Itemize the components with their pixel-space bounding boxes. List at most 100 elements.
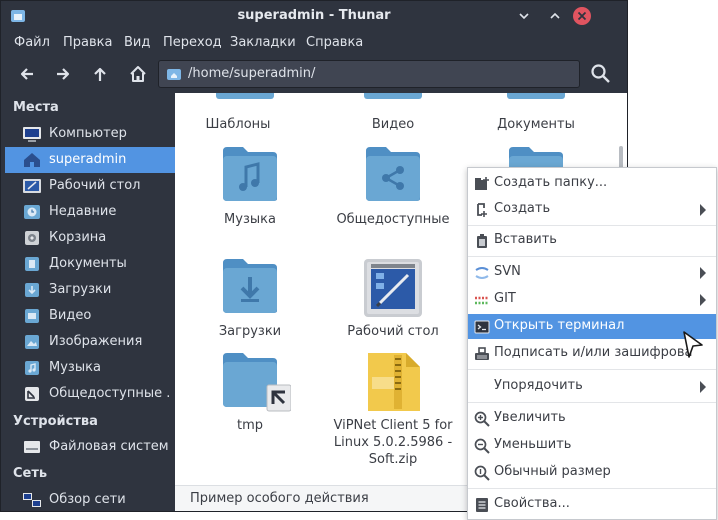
- menu-file[interactable]: Файл: [14, 35, 50, 50]
- home-folder-icon: [167, 69, 181, 80]
- arrow-right-icon[interactable]: [54, 65, 72, 83]
- file-item-videos[interactable]: Видео: [328, 93, 458, 133]
- location-path: /home/superadmin/: [188, 66, 316, 81]
- window-title: superadmin - Thunar: [237, 8, 391, 23]
- submenu-arrow-icon: [700, 381, 706, 393]
- desktop-icon: [364, 259, 422, 317]
- videos-folder-icon: [364, 93, 422, 99]
- title-bar[interactable]: superadmin - Thunar: [1, 1, 627, 31]
- file-item-templates[interactable]: Шаблоны: [175, 93, 303, 133]
- properties-icon: [476, 498, 488, 512]
- sidebar-item-desktop[interactable]: Рабочий стол: [5, 173, 175, 199]
- menu-view[interactable]: Вид: [124, 35, 150, 50]
- file-item-public[interactable]: Общедоступные: [328, 145, 458, 235]
- menu-separator: [468, 225, 716, 226]
- file-item-downloads[interactable]: Загрузки: [185, 257, 315, 347]
- menu-item-sign-encrypt[interactable]: Подписать и/или зашифрова: [468, 341, 716, 366]
- downloads-folder-icon: [223, 259, 277, 313]
- menu-separator: [468, 369, 716, 370]
- menu-separator: [468, 402, 716, 403]
- music-folder-icon: [25, 361, 39, 375]
- menu-item-zoom-out[interactable]: Уменьшить: [468, 433, 716, 458]
- sidebar-item-superadmin[interactable]: superadmin: [5, 147, 175, 173]
- videos-folder-icon: [25, 309, 39, 323]
- sidebar-item-pictures[interactable]: Изображения: [5, 329, 175, 355]
- drive-icon: [24, 441, 40, 453]
- network-icon: [23, 493, 41, 507]
- submenu-arrow-icon: [700, 204, 706, 216]
- downloads-folder-icon: [25, 283, 39, 297]
- sidebar-item-recent[interactable]: Недавние: [5, 199, 175, 225]
- sidebar-item-music[interactable]: Музыка: [5, 355, 175, 381]
- menu-item-properties[interactable]: Свойства...: [468, 492, 716, 517]
- pictures-folder-icon: [25, 335, 39, 349]
- screen: { "window": { "title": "superadmin - Thu…: [0, 0, 718, 520]
- arrow-left-icon[interactable]: [18, 65, 36, 83]
- search-icon[interactable]: [590, 63, 611, 84]
- devices-heading: Устройства: [13, 414, 98, 429]
- menu-item-zoom-in[interactable]: Увеличить: [468, 406, 716, 431]
- sidebar-item-downloads[interactable]: Загрузки: [5, 277, 175, 303]
- sign-encrypt-icon: [475, 347, 489, 360]
- computer-icon: [23, 127, 41, 142]
- menu-item-git[interactable]: GIT: [468, 287, 716, 312]
- sidebar-item-network[interactable]: Обзор сети: [5, 487, 175, 511]
- file-item-tmp[interactable]: tmp: [185, 351, 315, 441]
- location-bar[interactable]: /home/superadmin/: [158, 60, 580, 88]
- documents-folder-icon: [507, 93, 565, 99]
- arrow-up-icon[interactable]: [91, 65, 109, 83]
- mouse-cursor-icon: [683, 331, 703, 358]
- zoom-in-icon: [474, 411, 490, 427]
- toolbar: /home/superadmin/: [1, 55, 627, 93]
- home-icon: [24, 153, 40, 167]
- menu-separator: [468, 488, 716, 489]
- sidebar-item-computer[interactable]: Компьютер: [5, 121, 175, 147]
- file-item-documents[interactable]: Документы: [471, 93, 601, 133]
- menu-separator: [468, 256, 716, 257]
- sidebar-item-filesystem[interactable]: Файловая система: [5, 434, 175, 460]
- menu-go[interactable]: Переход: [163, 35, 222, 50]
- zoom-out-icon: [474, 438, 490, 454]
- menu-bar: Файл Правка Вид Переход Закладки Справка: [1, 31, 627, 55]
- file-item-vipnet-zip[interactable]: ViPNet Client 5 for Linux 5.0.2.5986 - S…: [328, 351, 458, 471]
- menu-item-create-folder[interactable]: Создать папку...: [468, 171, 716, 196]
- sidebar-item-videos[interactable]: Видео: [5, 303, 175, 329]
- menu-help[interactable]: Справка: [306, 35, 363, 50]
- sidebar-item-public[interactable]: Общедоступные ...: [5, 381, 175, 407]
- templates-folder-icon: [216, 93, 274, 99]
- desktop-icon: [23, 179, 41, 193]
- menu-item-arrange[interactable]: Упорядочить: [468, 374, 716, 399]
- file-item-music[interactable]: Музыка: [185, 145, 315, 235]
- network-heading: Сеть: [13, 466, 48, 481]
- submenu-arrow-icon: [700, 267, 706, 279]
- file-item-desktop[interactable]: Рабочий стол: [328, 257, 458, 347]
- documents-folder-icon: [25, 257, 39, 271]
- menu-item-open-terminal[interactable]: Открыть терминал: [468, 314, 716, 339]
- menu-bookmarks[interactable]: Закладки: [230, 35, 296, 50]
- sidebar-item-trash[interactable]: Корзина: [5, 225, 175, 251]
- new-file-icon: [477, 203, 487, 217]
- paste-icon: [477, 234, 487, 248]
- public-folder-icon: [366, 147, 420, 201]
- home-icon[interactable]: [128, 64, 148, 84]
- menu-item-paste[interactable]: Вставить: [468, 228, 716, 253]
- menu-item-svn[interactable]: SVN: [468, 260, 716, 285]
- music-folder-icon: [223, 147, 277, 201]
- close-icon[interactable]: [572, 6, 592, 26]
- status-text: Пример особого действия: [190, 491, 369, 506]
- folder-symlink-icon: [223, 353, 291, 412]
- menu-item-zoom-normal[interactable]: Обычный размер: [468, 460, 716, 485]
- trash-icon: [25, 231, 39, 245]
- sidebar-item-documents[interactable]: Документы: [5, 251, 175, 277]
- git-icon: [475, 296, 489, 305]
- public-folder-icon: [25, 387, 39, 401]
- minimize-icon[interactable]: [516, 8, 532, 24]
- menu-item-create[interactable]: Создать: [468, 197, 716, 222]
- maximize-icon[interactable]: [547, 8, 563, 24]
- zip-archive-icon: [368, 353, 420, 411]
- terminal-icon: [474, 320, 490, 334]
- zoom-original-icon: [474, 465, 490, 481]
- svn-icon: [475, 267, 489, 279]
- places-heading: Места: [13, 100, 59, 115]
- menu-edit[interactable]: Правка: [63, 35, 112, 50]
